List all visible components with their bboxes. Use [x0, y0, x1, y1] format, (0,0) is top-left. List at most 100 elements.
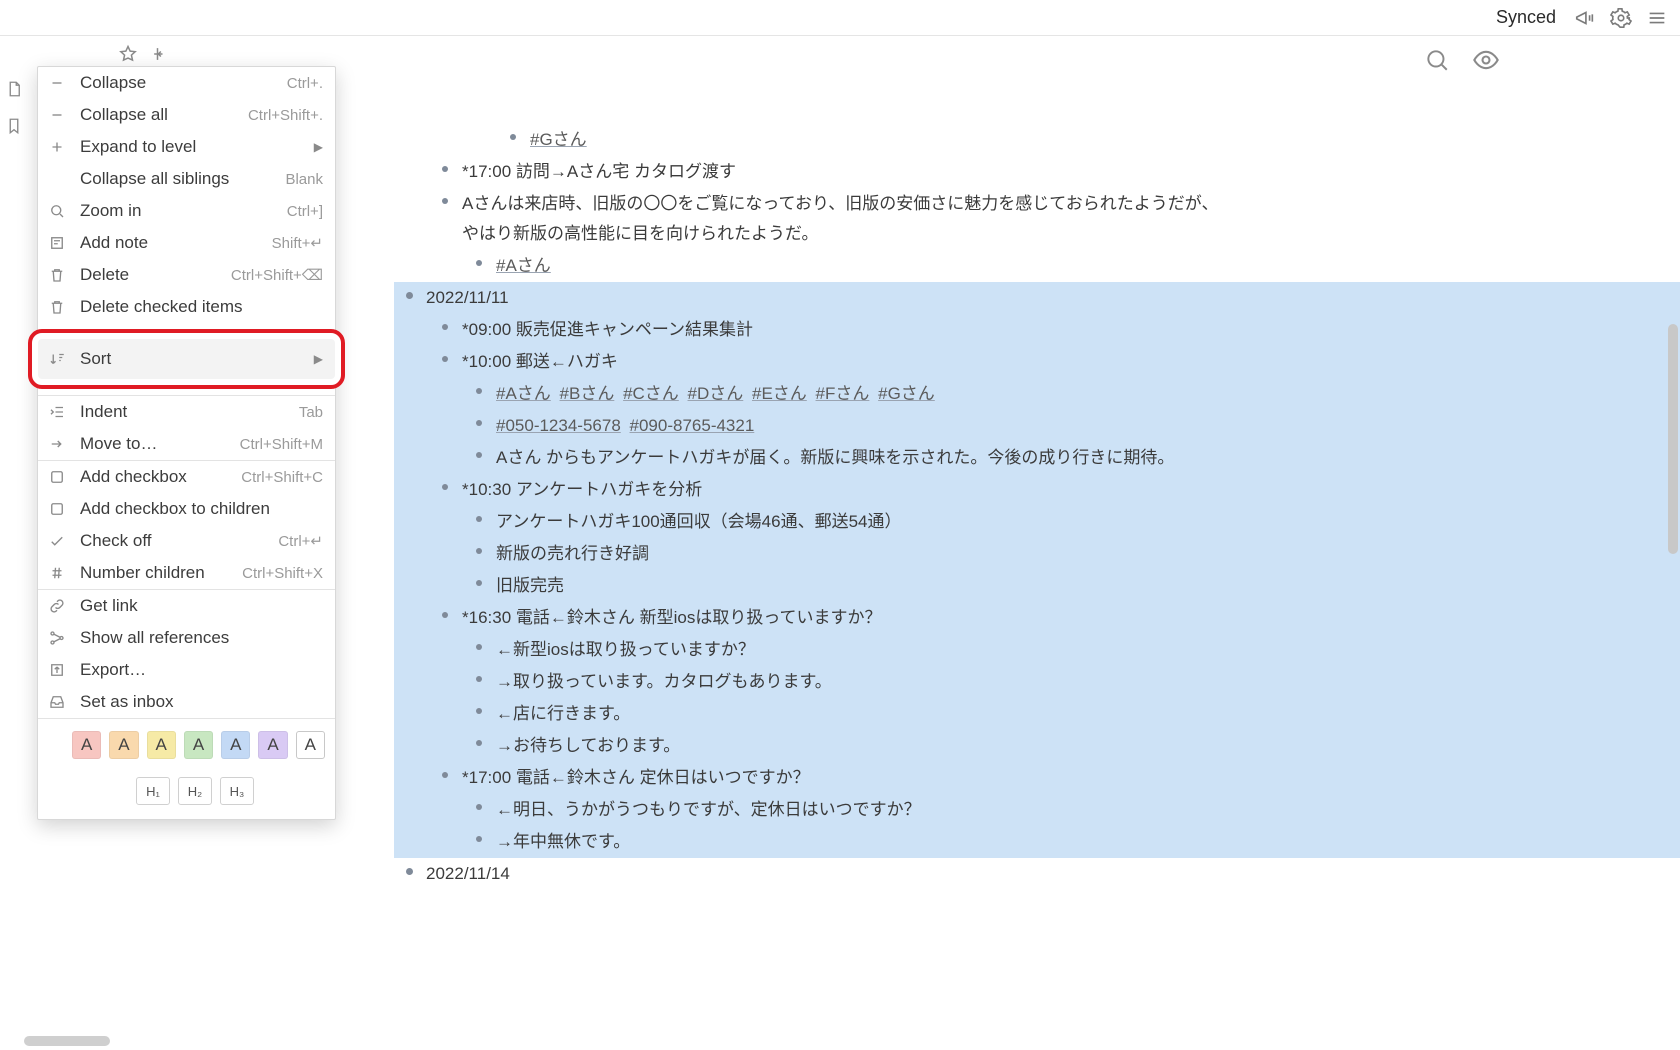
list-item[interactable]: *09:00 販売促進キャンペーン結果集計	[430, 314, 1680, 346]
menu-collapse-all[interactable]: Collapse all Ctrl+Shift+.	[38, 99, 335, 131]
outline-content: #Gさん *17:00 訪問→Aさん宅 カタログ渡す Aさんは来店時、旧版の〇〇…	[394, 120, 1680, 890]
list-item[interactable]: *10:30 アンケートハガキを分析	[430, 474, 1680, 506]
collapse-icon	[48, 74, 66, 92]
heading-button[interactable]: H₁	[136, 777, 170, 805]
list-item[interactable]: 旧版完売	[464, 570, 1680, 602]
list-item[interactable]: 2022/11/14	[394, 858, 1680, 890]
settings-icon[interactable]	[1610, 7, 1632, 29]
scrollbar-thumb[interactable]	[1668, 324, 1678, 554]
list-item[interactable]: *10:00 郵送←ハガキ	[430, 346, 1680, 378]
list-item[interactable]: アンケートハガキ100通回収（会場46通、郵送54通）	[464, 506, 1680, 538]
zoom-in-icon	[48, 202, 66, 220]
tag-link[interactable]: #Gさん	[530, 130, 587, 149]
collapse-all-icon	[48, 106, 66, 124]
menu-number-children[interactable]: Number children Ctrl+Shift+X	[38, 557, 335, 589]
menu-indent[interactable]: Indent Tab	[38, 396, 335, 428]
note-icon	[48, 234, 66, 252]
list-item[interactable]: *17:00 電話←鈴木さん 定休日はいつですか？	[430, 762, 1680, 794]
bookmark-icon[interactable]	[5, 117, 23, 140]
megaphone-icon[interactable]	[1574, 7, 1596, 29]
list-item[interactable]: →年中無休です。	[464, 826, 1680, 858]
checkbox-icon	[48, 468, 66, 486]
tag-link[interactable]: #090-8765-4321	[630, 416, 755, 435]
list-item[interactable]: #Aさん #Bさん #Cさん #Dさん #Eさん #Fさん #Gさん	[464, 378, 1680, 410]
sync-status: Synced	[1496, 7, 1556, 28]
menu-delete-checked[interactable]: Delete checked items	[38, 291, 335, 323]
chevron-right-icon: ▶	[314, 140, 323, 154]
tag-link[interactable]: #Gさん	[878, 384, 935, 403]
menu-delete[interactable]: Delete Ctrl+Shift+⌫	[38, 259, 335, 291]
trash-icon	[48, 266, 66, 284]
menu-add-note[interactable]: Add note Shift+↵	[38, 227, 335, 259]
list-item[interactable]: ←明日、うかがうつもりですが、定休日はいつですか？	[464, 794, 1680, 826]
tag-link[interactable]: #Eさん	[752, 384, 807, 403]
vertical-scrollbar[interactable]	[1666, 44, 1680, 1000]
list-item[interactable]: 新版の売れ行き好調	[464, 538, 1680, 570]
color-swatch[interactable]: A	[72, 731, 101, 759]
list-item[interactable]: 2022/11/11	[394, 282, 1680, 314]
list-item[interactable]: Aさん からもアンケートハガキが届く。新版に興味を示された。今後の成り行きに期待…	[464, 442, 1680, 474]
menu-get-link[interactable]: Get link	[38, 590, 335, 622]
list-item[interactable]: #050-1234-5678 #090-8765-4321	[464, 410, 1680, 442]
trash-checked-icon	[48, 298, 66, 316]
heading-button[interactable]: H₃	[220, 777, 254, 805]
inbox-icon	[48, 693, 66, 711]
tag-link[interactable]: #Bさん	[560, 384, 615, 403]
color-swatch[interactable]: A	[109, 731, 138, 759]
color-swatch[interactable]: A	[221, 731, 250, 759]
menu-check-off[interactable]: Check off Ctrl+↵	[38, 525, 335, 557]
tag-link[interactable]: #050-1234-5678	[496, 416, 621, 435]
list-item[interactable]: →取り扱っています。カタログもあります。	[464, 666, 1680, 698]
menu-zoom-in[interactable]: Zoom in Ctrl+]	[38, 195, 335, 227]
list-item[interactable]: #Gさん	[498, 124, 1680, 156]
menu-sort[interactable]: Sort ▶	[38, 339, 335, 379]
menu-add-checkbox-children[interactable]: Add checkbox to children	[38, 493, 335, 525]
check-icon	[48, 532, 66, 550]
list-item[interactable]: #Aさん	[464, 250, 1680, 282]
context-menu: Collapse Ctrl+. Collapse all Ctrl+Shift+…	[37, 66, 336, 820]
menu-collapse[interactable]: Collapse Ctrl+.	[38, 67, 335, 99]
menu-show-references[interactable]: Show all references	[38, 622, 335, 654]
color-swatch[interactable]: A	[184, 731, 213, 759]
list-item[interactable]: ←店に行きます。	[464, 698, 1680, 730]
horizontal-scrollbar[interactable]	[24, 1036, 110, 1046]
color-swatches: AAAAAAA	[38, 719, 335, 767]
menu-collapse-siblings[interactable]: Collapse all siblings Blank	[38, 163, 335, 195]
tag-link[interactable]: #Cさん	[623, 384, 679, 403]
document-icon[interactable]	[5, 80, 23, 103]
selected-block: 2022/11/11 *09:00 販売促進キャンペーン結果集計 *10:00 …	[394, 282, 1680, 858]
list-item[interactable]: Aさんは来店時、旧版の〇〇をご覧になっており、旧版の安価さに魅力を感じておられた…	[430, 188, 1680, 250]
list-item[interactable]: *16:30 電話←鈴木さん 新型iosは取り扱っていますか？	[430, 602, 1680, 634]
move-icon	[48, 435, 66, 453]
checkbox-children-icon	[48, 500, 66, 518]
sort-icon	[48, 350, 66, 368]
color-swatch[interactable]: A	[147, 731, 176, 759]
menu-set-inbox[interactable]: Set as inbox	[38, 686, 335, 718]
tag-link[interactable]: #Aさん	[496, 384, 551, 403]
left-rail	[0, 36, 28, 140]
heading-buttons: H₁ H₂ H₃	[38, 767, 335, 819]
search-icon[interactable]	[1424, 47, 1450, 78]
menu-add-checkbox[interactable]: Add checkbox Ctrl+Shift+C	[38, 461, 335, 493]
color-swatch[interactable]: A	[258, 731, 287, 759]
eye-icon[interactable]	[1472, 46, 1500, 79]
topbar: Synced	[0, 0, 1680, 36]
references-icon	[48, 629, 66, 647]
list-item[interactable]: ←新型iosは取り扱っていますか？	[464, 634, 1680, 666]
heading-button[interactable]: H₂	[178, 777, 212, 805]
chevron-right-icon: ▶	[314, 352, 323, 366]
menu-move-to[interactable]: Move to… Ctrl+Shift+M	[38, 428, 335, 460]
list-item[interactable]: →お待ちしております。	[464, 730, 1680, 762]
color-swatch[interactable]: A	[296, 731, 325, 759]
expand-icon	[48, 138, 66, 156]
menu-expand-to-level[interactable]: Expand to level ▶	[38, 131, 335, 163]
tag-link[interactable]: #Aさん	[496, 256, 551, 275]
tag-link[interactable]: #Dさん	[688, 384, 744, 403]
sort-highlight-frame: Sort ▶	[28, 329, 345, 389]
list-item[interactable]: *17:00 訪問→Aさん宅 カタログ渡す	[430, 156, 1680, 188]
export-icon	[48, 661, 66, 679]
indent-icon	[48, 403, 66, 421]
menu-export[interactable]: Export…	[38, 654, 335, 686]
tag-link[interactable]: #Fさん	[816, 384, 870, 403]
menu-icon[interactable]	[1646, 7, 1668, 29]
